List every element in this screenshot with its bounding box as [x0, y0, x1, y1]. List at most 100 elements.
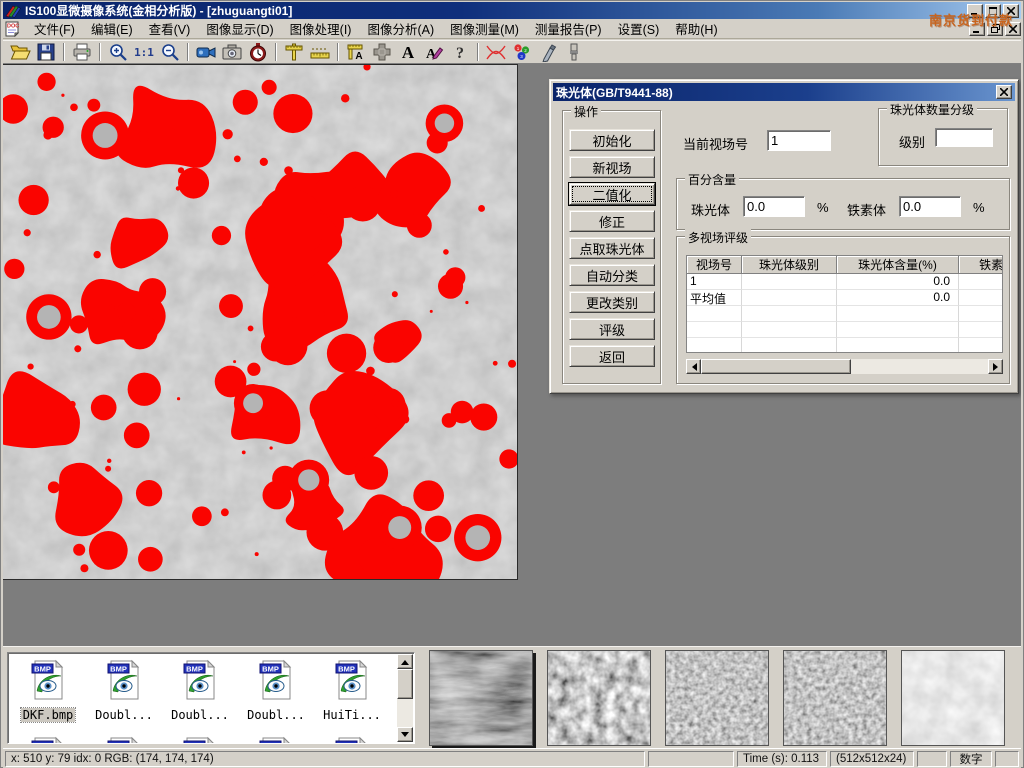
caliper-icon[interactable] — [281, 41, 307, 63]
scroll-left-button[interactable] — [686, 359, 701, 374]
percent-group-label: 百分含量 — [685, 171, 739, 188]
table-row-1[interactable]: 平均值0.0 — [687, 290, 1002, 306]
grading-group-label: 珠光体数量分级 — [887, 101, 977, 118]
menu-bar: DOC 文件(F)编辑(E)查看(V)图像显示(D)图像处理(I)图像分析(A)… — [3, 19, 1021, 39]
dialog-close-button[interactable] — [996, 85, 1012, 99]
menu-item-8[interactable]: 设置(S) — [610, 17, 668, 40]
video-capture-icon[interactable] — [193, 41, 219, 63]
pearlite-percent-input[interactable] — [743, 196, 805, 217]
curve-tool-icon[interactable] — [483, 41, 509, 63]
file-item-1[interactable]: BMPDoubl... — [86, 659, 162, 722]
bmp-file-icon: BMP — [182, 736, 218, 744]
classify-particles-icon[interactable]: 123 — [509, 41, 535, 63]
print-icon[interactable] — [69, 41, 95, 63]
toolbar-separator — [337, 43, 339, 61]
file-item-0[interactable]: BMPDKF.bmp — [10, 659, 86, 722]
file-item-partial-1[interactable]: BMP — [86, 736, 162, 744]
zoom-out-icon[interactable] — [157, 41, 183, 63]
op-button-3[interactable]: 修正 — [569, 210, 655, 232]
status-bar: x: 510 y: 79 idx: 0 RGB: (174, 174, 174)… — [3, 748, 1021, 768]
op-button-5[interactable]: 自动分类 — [569, 264, 655, 286]
menu-item-0[interactable]: 文件(F) — [26, 17, 83, 40]
table-cell — [837, 338, 959, 353]
svg-text:A: A — [355, 51, 362, 62]
preview-thumbnail-4[interactable] — [901, 650, 1005, 746]
rating-table[interactable]: 视场号珠光体级别珠光体含量(%)铁素体含量(%)10.0平均值0.0 — [686, 255, 1003, 353]
menu-item-9[interactable]: 帮助(H) — [667, 17, 725, 40]
op-button-8[interactable]: 返回 — [569, 345, 655, 367]
table-cell — [687, 306, 742, 322]
merge-regions-icon[interactable] — [369, 41, 395, 63]
table-row-2[interactable] — [687, 306, 1002, 322]
dialog-title-bar[interactable]: 珠光体(GB/T9441-88) — [553, 83, 1015, 101]
grading-group: 珠光体数量分级 级别 — [878, 108, 1008, 166]
file-item-partial-0[interactable]: BMP — [10, 736, 86, 744]
table-cell — [959, 274, 1003, 290]
file-list[interactable]: BMPDKF.bmpBMPDoubl...BMPDoubl...BMPDoubl… — [7, 652, 415, 744]
dialog-title: 珠光体(GB/T9441-88) — [556, 84, 673, 101]
file-name: HuiTi... — [321, 708, 383, 722]
file-item-partial-4[interactable]: BMP — [314, 736, 390, 744]
picker-pen-icon[interactable] — [535, 41, 561, 63]
file-list-scrollbar[interactable] — [397, 654, 413, 742]
op-button-1[interactable]: 新视场 — [569, 156, 655, 178]
table-row-3[interactable] — [687, 322, 1002, 338]
grade-input[interactable] — [935, 128, 993, 147]
bmp-file-icon: BMP — [258, 736, 294, 744]
table-cell: 平均值 — [687, 290, 742, 306]
operation-group: 操作 初始化新视场二值化修正点取珠光体自动分类更改类别评级返回 — [562, 110, 661, 384]
paint-tool-icon[interactable] — [561, 41, 587, 63]
menu-item-1[interactable]: 编辑(E) — [83, 17, 141, 40]
ferrite-percent-input[interactable] — [899, 196, 961, 217]
table-row-0[interactable]: 10.0 — [687, 274, 1002, 290]
menu-item-4[interactable]: 图像处理(I) — [282, 17, 360, 40]
preview-thumbnail-1[interactable] — [547, 650, 651, 746]
scroll-up-button[interactable] — [397, 654, 413, 669]
timer-icon[interactable] — [245, 41, 271, 63]
table-cell — [742, 322, 837, 338]
table-horizontal-scrollbar[interactable] — [686, 359, 1003, 374]
actual-size-icon[interactable]: 1:1 — [131, 41, 157, 63]
table-row-4[interactable] — [687, 338, 1002, 353]
menu-item-3[interactable]: 图像显示(D) — [198, 17, 281, 40]
toolbar-separator — [275, 43, 277, 61]
zoom-in-icon[interactable] — [105, 41, 131, 63]
ruler-icon[interactable] — [307, 41, 333, 63]
scroll-right-button[interactable] — [988, 359, 1003, 374]
document-system-icon[interactable]: DOC — [5, 21, 22, 37]
table-cell — [959, 338, 1003, 353]
open-file-icon[interactable] — [7, 41, 33, 63]
op-button-6[interactable]: 更改类别 — [569, 291, 655, 313]
scroll-down-button[interactable] — [397, 727, 413, 742]
text-annotation-icon[interactable]: A — [395, 41, 421, 63]
op-button-7[interactable]: 评级 — [569, 318, 655, 340]
scrollbar-thumb[interactable] — [701, 359, 851, 374]
save-file-icon[interactable] — [33, 41, 59, 63]
menu-item-6[interactable]: 图像测量(M) — [442, 17, 527, 40]
file-item-4[interactable]: BMPHuiTi... — [314, 659, 390, 722]
snapshot-camera-icon[interactable] — [219, 41, 245, 63]
file-item-partial-2[interactable]: BMP — [162, 736, 238, 744]
help-icon[interactable]: ? — [447, 41, 473, 63]
menu-item-7[interactable]: 测量报告(P) — [527, 17, 610, 40]
pearlite-unit: % — [817, 200, 829, 215]
op-button-0[interactable]: 初始化 — [569, 129, 655, 151]
op-button-2[interactable]: 二值化 — [569, 183, 655, 205]
current-field-input[interactable] — [767, 130, 831, 151]
menu-item-5[interactable]: 图像分析(A) — [359, 17, 442, 40]
table-cell — [742, 274, 837, 290]
edit-annotation-icon[interactable]: A — [421, 41, 447, 63]
preview-thumbnail-2[interactable] — [665, 650, 769, 746]
status-mode: 数字 — [950, 751, 992, 767]
preview-thumbnail-3[interactable] — [783, 650, 887, 746]
file-scrollbar-thumb[interactable] — [397, 669, 413, 699]
measure-label-icon[interactable]: A — [343, 41, 369, 63]
menu-item-2[interactable]: 查看(V) — [141, 17, 199, 40]
file-item-partial-3[interactable]: BMP — [238, 736, 314, 744]
micrograph-image[interactable] — [3, 65, 517, 579]
file-item-3[interactable]: BMPDoubl... — [238, 659, 314, 722]
pearlite-dialog: 珠光体(GB/T9441-88) 操作 初始化新视场二值化修正点取珠光体自动分类… — [549, 79, 1019, 394]
preview-thumbnail-0[interactable] — [429, 650, 533, 746]
file-item-2[interactable]: BMPDoubl... — [162, 659, 238, 722]
op-button-4[interactable]: 点取珠光体 — [569, 237, 655, 259]
